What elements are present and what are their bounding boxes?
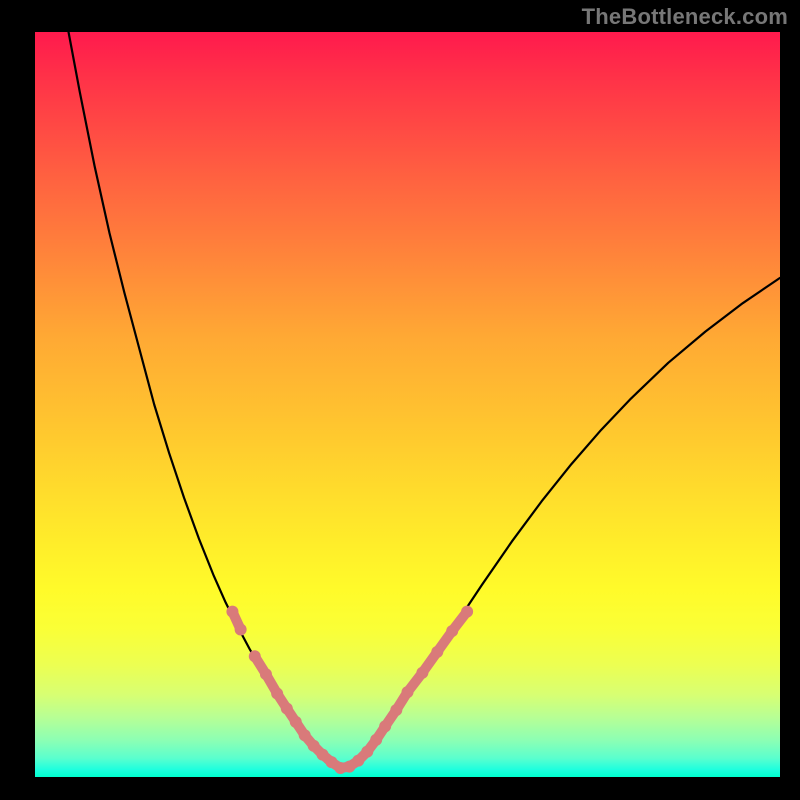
watermark-text: TheBottleneck.com <box>582 4 788 30</box>
plot-area <box>35 32 780 777</box>
marker-dot <box>431 646 443 658</box>
marker-dot <box>249 650 261 662</box>
marker-dot <box>416 667 428 679</box>
curve-right-branch <box>363 278 780 755</box>
marker-dot <box>446 625 458 637</box>
marker-dot <box>226 606 238 618</box>
marker-dot <box>402 686 414 698</box>
marker-dot <box>281 702 293 714</box>
marker-dot <box>299 729 311 741</box>
chart-frame: TheBottleneck.com <box>0 0 800 800</box>
marker-dot <box>461 606 473 618</box>
marker-dot <box>235 623 247 635</box>
marker-dot <box>379 720 391 732</box>
marker-dot <box>290 716 302 728</box>
marker-dot <box>260 668 272 680</box>
curve-left-branch <box>69 32 319 755</box>
marker-dot <box>361 746 373 758</box>
marker-dot <box>370 734 382 746</box>
marker-dot <box>390 704 402 716</box>
marker-dot <box>308 740 320 752</box>
curve-layer <box>35 32 780 777</box>
marker-dot <box>271 688 283 700</box>
marker-dot <box>352 755 364 767</box>
